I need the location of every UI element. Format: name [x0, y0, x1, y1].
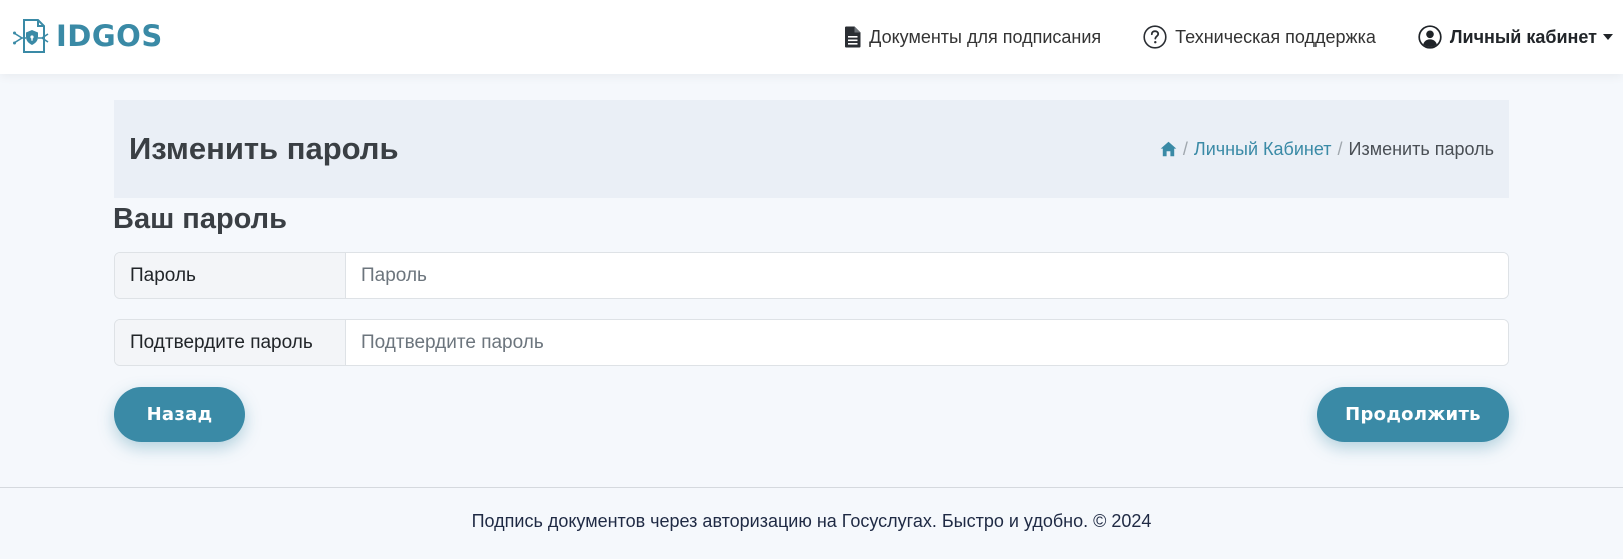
document-icon	[845, 26, 861, 48]
logo-icon	[13, 19, 49, 53]
footer-divider	[0, 487, 1623, 488]
nav-account-dropdown[interactable]: Личный кабинет	[1418, 25, 1613, 49]
brand-name: IDGOS	[56, 19, 163, 53]
footer-text: Подпись документов через авторизацию на …	[471, 511, 1152, 531]
breadcrumb-account-link[interactable]: Личный Кабинет	[1194, 139, 1332, 160]
password-input[interactable]	[346, 253, 1508, 298]
section-title: Ваш пароль	[113, 203, 287, 235]
password-label: Пароль	[115, 253, 346, 298]
breadcrumb-home-link[interactable]	[1160, 141, 1177, 157]
nav-support-label: Техническая поддержка	[1175, 26, 1376, 47]
confirm-password-label: Подтвердите пароль	[115, 320, 346, 365]
chevron-down-icon	[1603, 34, 1613, 40]
nav-documents-label: Документы для подписания	[869, 26, 1102, 47]
back-button[interactable]: Назад	[114, 387, 245, 442]
page-title: Изменить пароль	[129, 131, 399, 166]
nav-account-label: Личный кабинет	[1449, 26, 1597, 47]
breadcrumb-separator: /	[1182, 138, 1188, 159]
breadcrumb: / Личный Кабинет / Изменить пароль	[1160, 139, 1494, 160]
help-circle-icon	[1143, 25, 1167, 49]
nav-support-link[interactable]: Техническая поддержка	[1143, 25, 1376, 49]
nav-documents-link[interactable]: Документы для подписания	[844, 26, 1101, 48]
password-input-group: Пароль	[114, 252, 1509, 299]
breadcrumb-current: Изменить пароль	[1348, 138, 1494, 159]
home-icon	[1160, 141, 1177, 157]
user-circle-icon	[1418, 25, 1442, 49]
continue-button[interactable]: Продолжить	[1317, 387, 1509, 442]
brand-link[interactable]: IDGOS	[12, 16, 163, 56]
confirm-password-input[interactable]	[346, 320, 1508, 365]
breadcrumb-separator: /	[1337, 138, 1343, 159]
confirm-password-input-group: Подтвердите пароль	[114, 319, 1509, 366]
nav-links: Документы для подписания Техническая под…	[802, 0, 1613, 74]
top-navbar: IDGOS Документы для подписания Техническ…	[0, 0, 1623, 74]
page-header: Изменить пароль / Личный Кабинет / Измен…	[114, 100, 1509, 198]
